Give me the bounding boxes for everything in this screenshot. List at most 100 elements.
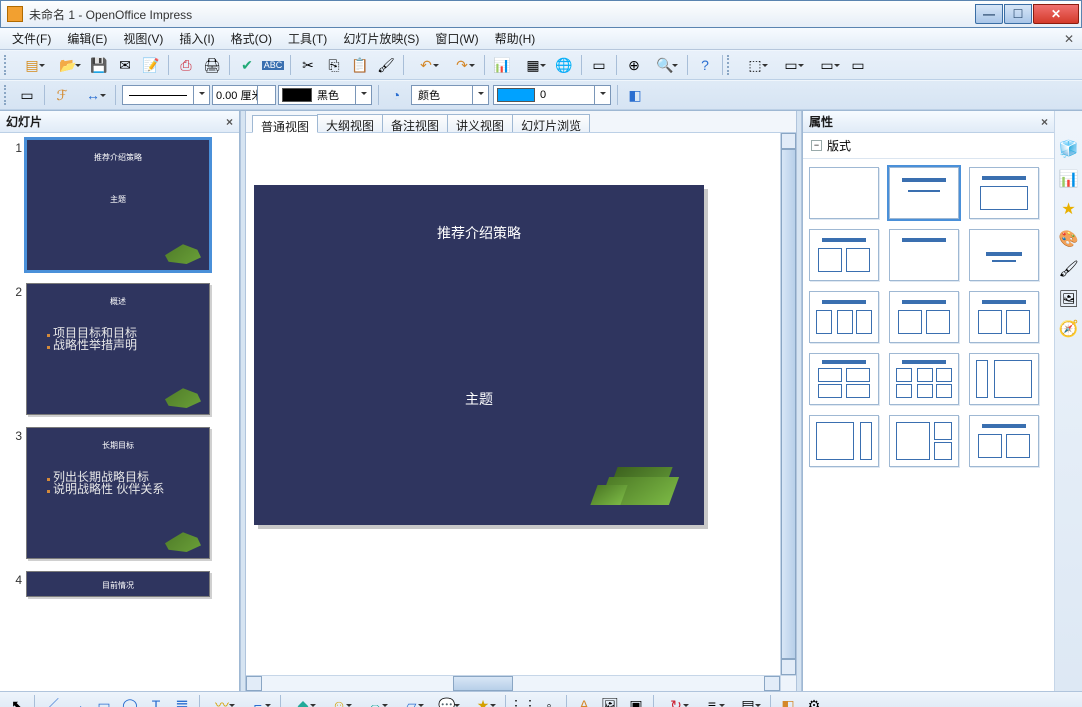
- side-animation-icon[interactable]: ★: [1059, 199, 1079, 219]
- edit-file-button[interactable]: 📝: [139, 53, 163, 77]
- copy-button[interactable]: ⎘: [322, 53, 346, 77]
- gallery-tool[interactable]: ▣: [624, 694, 648, 707]
- email-button[interactable]: ✉: [113, 53, 137, 77]
- menu-insert[interactable]: 插入(I): [171, 28, 222, 49]
- layouts-section-header[interactable]: − 版式: [803, 133, 1054, 159]
- text-tool[interactable]: T: [144, 694, 168, 707]
- line-width-input[interactable]: [212, 85, 276, 105]
- menu-window[interactable]: 窗口(W): [427, 28, 486, 49]
- fill-type-select[interactable]: 颜色: [411, 85, 489, 105]
- side-transition-icon[interactable]: 🎨: [1059, 229, 1079, 249]
- chart-button[interactable]: 📊: [490, 53, 514, 77]
- zoom-button[interactable]: 🔍: [648, 53, 682, 77]
- redo-button[interactable]: ↷: [445, 53, 479, 77]
- window-minimize-button[interactable]: [975, 4, 1003, 24]
- side-navigator-icon[interactable]: 🧭: [1059, 319, 1079, 339]
- stars-tool[interactable]: ★: [466, 694, 500, 707]
- symbol-shapes-tool[interactable]: ☺: [322, 694, 356, 707]
- window-maximize-button[interactable]: [1004, 4, 1032, 24]
- hyperlink-button[interactable]: 🌐: [552, 53, 576, 77]
- layout-title-content[interactable]: [969, 167, 1039, 219]
- flowchart-tool[interactable]: ▱: [394, 694, 428, 707]
- side-gallery-icon[interactable]: 🖼: [1059, 289, 1079, 309]
- connector-tool[interactable]: ⌐: [241, 694, 275, 707]
- layout-split-right[interactable]: [889, 415, 959, 467]
- layout-title-2box[interactable]: [969, 415, 1039, 467]
- points-tool[interactable]: ⋮⋮: [511, 694, 535, 707]
- vtext-tool[interactable]: 𝌆: [170, 694, 194, 707]
- menu-format[interactable]: 格式(O): [223, 28, 280, 49]
- layout-title[interactable]: [889, 167, 959, 219]
- undo-button[interactable]: ↶: [409, 53, 443, 77]
- open-button[interactable]: 📂: [51, 53, 85, 77]
- glue-tool[interactable]: ◦: [537, 694, 561, 707]
- layout-blank[interactable]: [809, 167, 879, 219]
- new-button[interactable]: ▤: [15, 53, 49, 77]
- menu-tools[interactable]: 工具(T): [280, 28, 335, 49]
- toolbar-grip[interactable]: [727, 55, 733, 75]
- layout-right-big[interactable]: [809, 415, 879, 467]
- menu-view[interactable]: 视图(V): [115, 28, 171, 49]
- slide-layout-button[interactable]: ▭: [810, 53, 844, 77]
- styles-button[interactable]: ▭: [15, 83, 39, 107]
- shadow-button[interactable]: ◧: [623, 83, 647, 107]
- interaction-tool[interactable]: ⚙: [802, 694, 826, 707]
- side-masterpages-icon[interactable]: 📊: [1059, 169, 1079, 189]
- layout-6box[interactable]: [889, 353, 959, 405]
- menu-help[interactable]: 帮助(H): [487, 28, 544, 49]
- ellipse-tool[interactable]: ◯: [118, 694, 142, 707]
- horizontal-scrollbar[interactable]: [246, 675, 780, 691]
- fontwork-button[interactable]: ℱ: [50, 83, 74, 107]
- slide-stage[interactable]: 推荐介绍策略 主题: [254, 185, 704, 525]
- tab-handout[interactable]: 讲义视图: [447, 114, 513, 132]
- spellcheck-button[interactable]: ✔: [235, 53, 259, 77]
- slide-thumb-4[interactable]: 4 目前情况: [10, 571, 235, 597]
- fontwork-gallery-tool[interactable]: A: [572, 694, 596, 707]
- slide-thumb-3[interactable]: 3 长期目标 列出长期战略目标 说明战略性 伙伴关系: [10, 427, 235, 559]
- tab-outline[interactable]: 大纲视图: [317, 114, 383, 132]
- side-styles-icon[interactable]: 🖌: [1059, 259, 1079, 279]
- curve-tool[interactable]: 〰: [205, 694, 239, 707]
- line-color-select[interactable]: 黑色: [278, 85, 372, 105]
- rect-tool[interactable]: ▭: [92, 694, 116, 707]
- line-width-value[interactable]: [213, 89, 257, 101]
- area-style-button[interactable]: ◔: [384, 83, 408, 107]
- vertical-scrollbar[interactable]: [780, 133, 796, 675]
- fill-color-select[interactable]: 0: [493, 85, 611, 105]
- slide-design-button[interactable]: ▭: [774, 53, 808, 77]
- menu-edit[interactable]: 编辑(E): [59, 28, 115, 49]
- toolbar-grip[interactable]: [4, 55, 10, 75]
- print-button[interactable]: 🖨: [200, 53, 224, 77]
- slides-list[interactable]: 1 推荐介绍策略 主题 2 概述 项目目标和目标 战略性举措声明 3: [0, 133, 239, 691]
- navigator-button[interactable]: ⊕: [622, 53, 646, 77]
- layout-2col-alt[interactable]: [969, 291, 1039, 343]
- save-button[interactable]: 💾: [87, 53, 111, 77]
- layout-2col-b[interactable]: [889, 291, 959, 343]
- toolbar-grip[interactable]: [4, 85, 10, 105]
- format-paintbrush-button[interactable]: 🖌: [374, 53, 398, 77]
- arrange-tool[interactable]: ▤: [731, 694, 765, 707]
- stage-title[interactable]: 推荐介绍策略: [254, 223, 704, 243]
- properties-close-icon[interactable]: ×: [1041, 115, 1048, 129]
- export-pdf-button[interactable]: ⎙: [174, 53, 198, 77]
- stage-subtitle[interactable]: 主题: [254, 389, 704, 409]
- window-close-button[interactable]: [1033, 4, 1079, 24]
- slide-thumb-2[interactable]: 2 概述 项目目标和目标 战略性举措声明: [10, 283, 235, 415]
- align-tool[interactable]: ≡: [695, 694, 729, 707]
- select-tool[interactable]: ⬉: [5, 694, 29, 707]
- menu-file[interactable]: 文件(F): [4, 28, 59, 49]
- autospell-button[interactable]: ABC: [261, 53, 285, 77]
- slideshow-button[interactable]: ▭: [587, 53, 611, 77]
- layout-4box[interactable]: [809, 353, 879, 405]
- document-close-icon[interactable]: ✕: [1060, 32, 1078, 46]
- layout-title-only[interactable]: [889, 229, 959, 281]
- tab-notes[interactable]: 备注视图: [382, 114, 448, 132]
- basic-shapes-tool[interactable]: ◆: [286, 694, 320, 707]
- help-button[interactable]: ?: [693, 53, 717, 77]
- cut-button[interactable]: ✂: [296, 53, 320, 77]
- arrow-tool[interactable]: →: [66, 694, 90, 707]
- rotate-tool[interactable]: ↻: [659, 694, 693, 707]
- line-style-select[interactable]: [122, 85, 210, 105]
- paste-button[interactable]: 📋: [348, 53, 372, 77]
- extrusion-tool[interactable]: ◧: [776, 694, 800, 707]
